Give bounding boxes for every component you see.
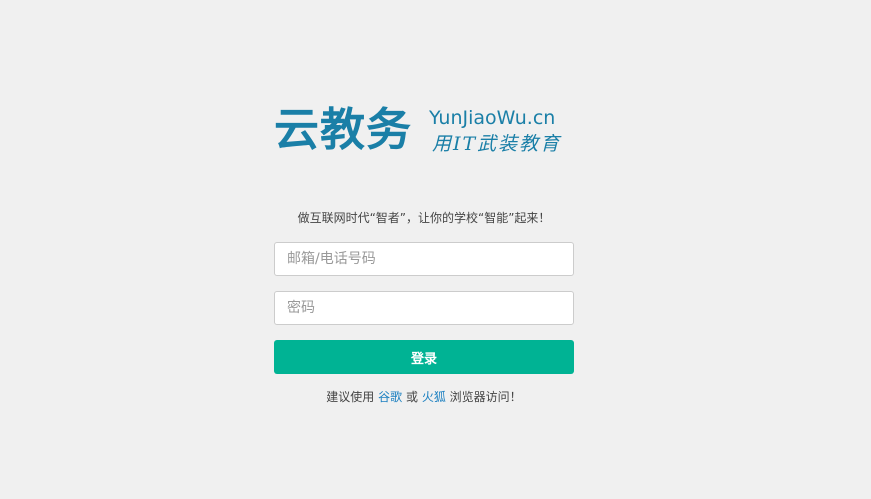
logo-slogan: 用IT武装教育 bbox=[432, 133, 562, 155]
login-button[interactable]: 登录 bbox=[274, 340, 574, 374]
browser-recommendation: 建议使用 谷歌 或 火狐 浏览器访问！ bbox=[274, 389, 574, 405]
email-phone-input[interactable] bbox=[274, 242, 574, 276]
firefox-link[interactable]: 火狐 bbox=[422, 390, 446, 404]
tagline: 做互联网时代“智者”，让你的学校“智能”起来！ bbox=[297, 211, 551, 225]
browser-note-suffix: 浏览器访问！ bbox=[449, 390, 522, 404]
login-page: 云教务 YunJiaoWu.cn 用IT武装教育 做互联网时代“智者”，让你的学… bbox=[0, 0, 871, 499]
browser-note-or: 或 bbox=[405, 390, 418, 404]
password-input[interactable] bbox=[274, 291, 574, 325]
logo-domain: YunJiaoWu.cn bbox=[429, 107, 556, 129]
logo-chinese-name: 云教务 bbox=[274, 103, 413, 156]
browser-note-prefix: 建议使用 bbox=[326, 390, 375, 404]
logo: 云教务 YunJiaoWu.cn 用IT武装教育 bbox=[274, 104, 574, 160]
chrome-link[interactable]: 谷歌 bbox=[378, 390, 402, 404]
